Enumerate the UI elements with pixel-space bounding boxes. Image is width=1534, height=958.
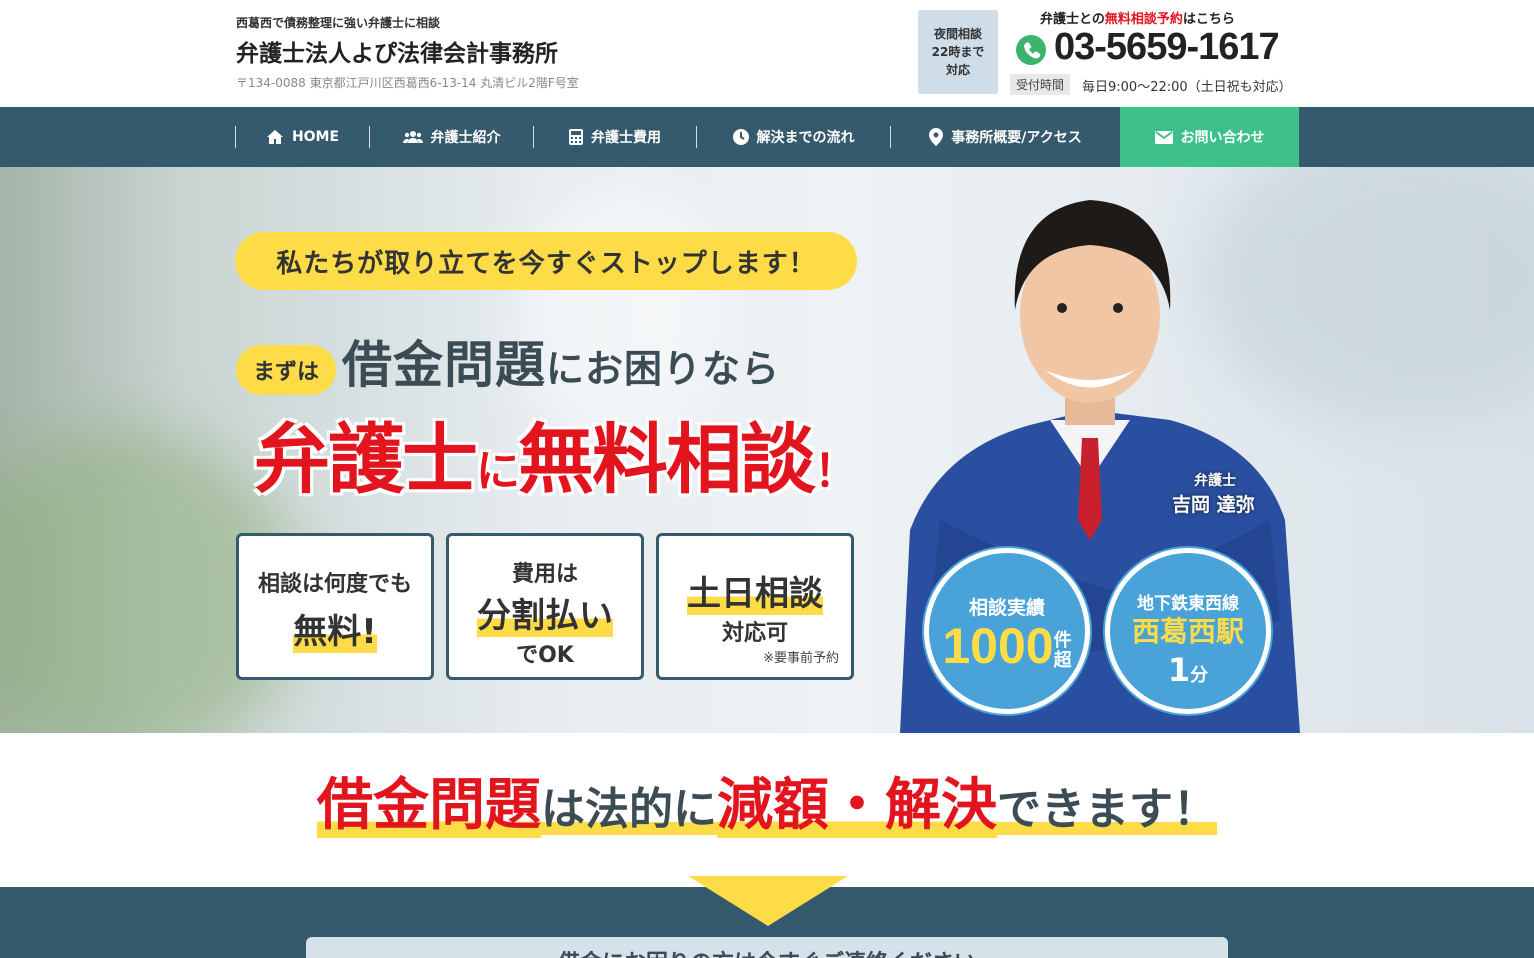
nav-label-contact: お問い合わせ (1180, 130, 1265, 146)
nav-item-lawyers[interactable]: 弁護士紹介 (370, 107, 533, 167)
calculator-icon (569, 129, 583, 145)
mail-icon (1154, 130, 1173, 144)
tagline: 西葛西で債務整理に強い弁護士に相談 (236, 16, 441, 30)
cta-post: はこちら (1182, 12, 1235, 27)
card3-line2: 対応可 (721, 621, 788, 646)
nav-label-lawyers: 弁護士紹介 (430, 130, 501, 146)
card3-note: ※要事前予約 (763, 651, 839, 666)
home-icon (266, 130, 283, 144)
title-red-2: 減額・解決 (717, 773, 997, 838)
badge1-top: 相談実績 (968, 597, 1045, 619)
phone-number[interactable]: 03-5659-1617 (1054, 26, 1280, 69)
nav-item-home[interactable]: HOME (236, 107, 369, 167)
hero-headline-1: 借金問題にお困りなら (342, 325, 780, 397)
night-line-2: 22時まで (931, 45, 985, 59)
head1-big: 借金問題 (342, 336, 546, 394)
head2-b: に (476, 446, 520, 497)
cta-line: 弁護士との無料相談予約はこちら (1040, 8, 1235, 27)
card2-line2: 分割払い (477, 588, 613, 637)
badge2-mid: 西葛西駅 (1131, 615, 1244, 648)
nav-label-access: 事務所概要/アクセス (951, 130, 1082, 146)
card1-line2: 無料! (293, 604, 377, 653)
badge2-num: 1 (1167, 651, 1191, 689)
night-line-3: 対応 (945, 63, 970, 77)
down-arrow-icon (688, 876, 848, 926)
hero-headline-2: 弁護士に無料相談！ (254, 398, 858, 508)
firm-name[interactable]: 弁護士法人よぴ法律会計事務所 (236, 34, 558, 68)
night-line-1: 夜間相談 (933, 27, 982, 41)
nav-item-access[interactable]: 事務所概要/アクセス (891, 107, 1120, 167)
address: 〒134-0088 東京都江戸川区西葛西6-13-14 丸清ビル2階F号室 (236, 76, 579, 90)
nav-label-flow: 解決までの流れ (756, 130, 855, 146)
site-header: 西葛西で債務整理に強い弁護士に相談 弁護士法人よぴ法律会計事務所 〒134-00… (0, 0, 1534, 107)
card1-line1: 相談は何度でも (257, 572, 412, 597)
title-dark-1: は法的に (541, 784, 717, 835)
badge2-unit: 分 (1190, 665, 1209, 686)
nav-item-contact[interactable]: お問い合わせ (1120, 107, 1299, 167)
nav-label-fees: 弁護士費用 (591, 130, 661, 146)
feature-card-free: 相談は何度でも 無料! (236, 533, 434, 680)
phone-icon (1016, 35, 1046, 65)
head1-small: にお困りなら (546, 347, 781, 391)
panel-text: 借金にお困りの方は今すぐご連絡ください (306, 945, 1228, 958)
head2-c: 無料相談 (518, 415, 816, 504)
lawyer-name: 吉岡 達弥 (1172, 494, 1255, 516)
night-consult-badge: 夜間相談 22時まで 対応 (918, 10, 998, 94)
business-hours: 毎日9:00〜22:00（土日祝も対応） (1082, 80, 1292, 95)
badge1-num: 1000 (942, 618, 1054, 674)
main-nav: HOME 弁護士紹介 弁護士費用 解決までの流れ 事務所概要/アクセス お問い合… (0, 107, 1534, 167)
card2-line1: 費用は (511, 562, 578, 587)
title-red-1: 借金問題 (317, 773, 541, 838)
feature-card-weekend: 土日相談 対応可 ※要事前予約 (656, 533, 854, 680)
head2-a: 弁護士 (254, 415, 478, 504)
badge1-unit1: 件 (1053, 629, 1072, 650)
lawyer-role: 弁護士 (1194, 473, 1236, 489)
users-icon (402, 131, 423, 143)
hours-label: 受付時間 (1010, 74, 1071, 95)
nav-label-home: HOME (291, 129, 340, 145)
nav-item-fees[interactable]: 弁護士費用 (534, 107, 696, 167)
info-panel: 借金にお困りの方は今すぐご連絡ください (306, 937, 1228, 958)
map-pin-icon (929, 128, 944, 146)
badge-consult-record: 相談実績 1000件超 (924, 548, 1090, 714)
head2-d: ！ (814, 446, 858, 497)
card3-line1: 土日相談 (687, 566, 823, 615)
badge2-top: 地下鉄東西線 (1137, 594, 1239, 614)
badge-station: 地下鉄東西線 西葛西駅 1分 (1105, 548, 1271, 714)
cta-pre: 弁護士との (1040, 12, 1105, 27)
section-title: 借金問題は法的に減額・解決できます！ (0, 760, 1534, 841)
hero-mazu: まずは (236, 345, 336, 395)
title-dark-2: できます！ (997, 784, 1217, 835)
badge1-unit2: 超 (1053, 649, 1072, 670)
hero-pill: 私たちが取り立てを今すぐストップします！ (235, 232, 857, 290)
cta-red: 無料相談予約 (1104, 12, 1183, 27)
nav-item-flow[interactable]: 解決までの流れ (697, 107, 890, 167)
clock-icon (732, 129, 749, 145)
badge1-number: 1000件超 (929, 620, 1085, 672)
badge2-walk: 1分 (1110, 650, 1266, 696)
feature-card-installment: 費用は 分割払い でOK (446, 533, 644, 680)
card2-line3: でOK (516, 643, 574, 668)
